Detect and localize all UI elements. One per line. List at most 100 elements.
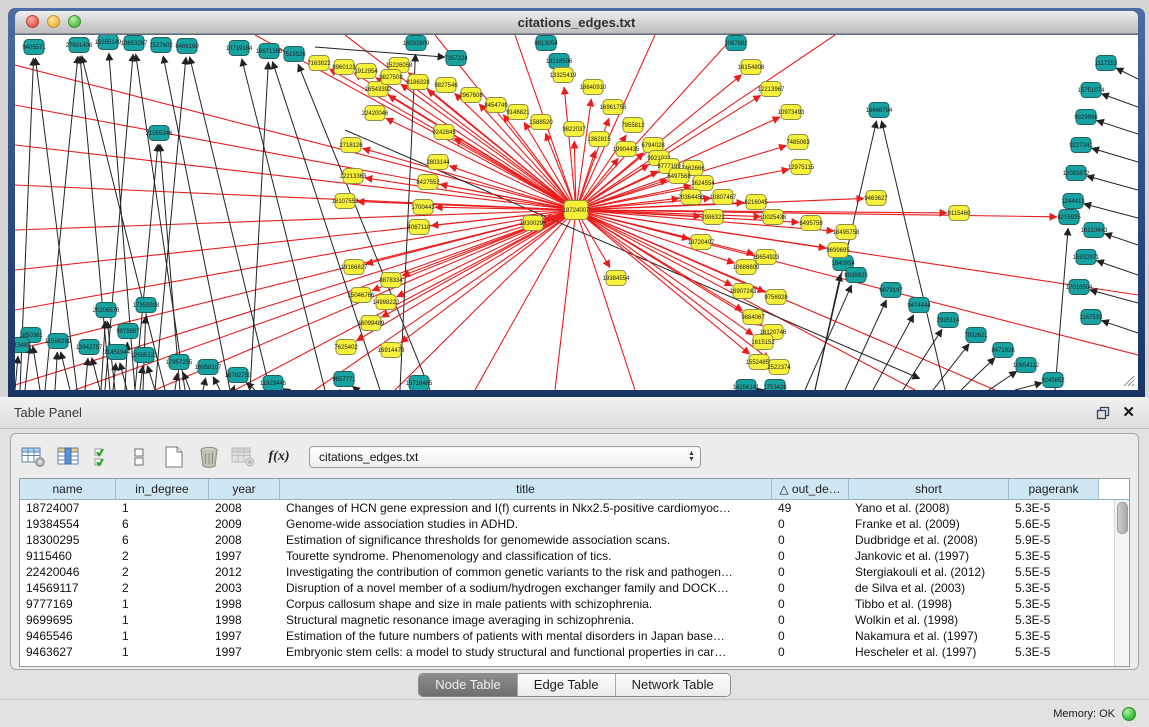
table-row[interactable]: 2242004622012Investigating the contribut…	[20, 564, 1129, 580]
graph-node[interactable]: 2718126	[339, 138, 363, 153]
graph-node[interactable]: 8471826	[991, 343, 1015, 358]
graph-node[interactable]: 16961758	[600, 100, 627, 115]
close-panel-icon[interactable]: ✕	[1122, 405, 1135, 420]
graph-node[interactable]: 6216045	[744, 195, 768, 210]
graph-node[interactable]: 19166827	[341, 260, 368, 275]
graph-node[interactable]: 1912954	[354, 64, 378, 79]
graph-node[interactable]: 3915489	[15, 338, 31, 353]
graph-node[interactable]: 1117253	[1095, 56, 1118, 71]
close-window-button[interactable]	[26, 15, 39, 28]
graph-node[interactable]: 2967608	[459, 88, 483, 103]
graph-node[interactable]: 8427552	[416, 175, 440, 190]
citation-network-graph[interactable]: 9405571276914061626514910653267152760264…	[15, 35, 1138, 390]
column-header-in_degree[interactable]: in_degree	[116, 479, 209, 499]
graph-node[interactable]: 12213363	[340, 169, 367, 184]
graph-node[interactable]: 13942757	[76, 340, 103, 355]
graph-node[interactable]: 10807467	[710, 190, 737, 205]
graph-node[interactable]: 15751074	[1078, 83, 1105, 98]
column-header-short[interactable]: short	[849, 479, 1009, 499]
table-row[interactable]: 977716911998Corpus callosum shape and si…	[20, 596, 1129, 612]
graph-node[interactable]: 19904435	[613, 142, 640, 157]
graph-node[interactable]: 1167533	[1080, 310, 1104, 325]
table-row[interactable]: 1456911722003Disruption of a novel membe…	[20, 580, 1129, 596]
tab-node-table[interactable]: Node Table	[419, 674, 518, 696]
network-canvas[interactable]: 9405571276914061626514910653267152760264…	[15, 34, 1138, 390]
graph-node[interactable]: 9227341	[1069, 138, 1093, 153]
column-header-name[interactable]: name	[20, 479, 116, 499]
graph-node[interactable]: 16154808	[738, 60, 765, 75]
graph-node[interactable]: 15716485	[406, 376, 433, 391]
graph-node[interactable]: 8454749	[484, 98, 508, 113]
graph-node[interactable]: 2935114	[937, 313, 961, 328]
graph-node[interactable]: 16099489	[358, 316, 385, 331]
column-header-title[interactable]: title	[280, 479, 772, 499]
scrollbar-thumb[interactable]	[1117, 502, 1128, 534]
graph-node[interactable]: 7357224	[444, 51, 468, 66]
graph-node[interactable]: 8878334	[379, 273, 403, 288]
graph-node[interactable]: 14156141	[733, 380, 760, 391]
graph-node[interactable]: 18107552	[332, 194, 359, 209]
graph-node[interactable]: 10025438	[760, 210, 787, 225]
graph-node[interactable]: 19654923	[753, 250, 780, 265]
graph-node[interactable]: 16782759	[225, 368, 252, 383]
graph-node[interactable]: 18724007	[563, 201, 590, 220]
graph-node[interactable]: 8186328	[406, 75, 430, 90]
graph-node[interactable]: 16648784	[866, 103, 893, 118]
graph-node[interactable]: 18495758	[833, 225, 860, 240]
graph-node[interactable]: 12975115	[788, 160, 815, 175]
graph-node[interactable]: 20206576	[93, 303, 120, 318]
zoom-window-button[interactable]	[68, 15, 81, 28]
graph-node[interactable]: 16033809	[403, 36, 430, 51]
graph-node[interactable]: 18907243	[730, 284, 757, 299]
select-rows-button[interactable]	[89, 442, 119, 472]
graph-node[interactable]: 9827508	[379, 70, 403, 85]
graph-node[interactable]: 16958107	[195, 360, 222, 375]
graph-node[interactable]: 2986322	[701, 210, 725, 225]
graph-node[interactable]: 1362815	[587, 132, 611, 147]
graph-node[interactable]: 17016504	[1066, 280, 1093, 295]
graph-node[interactable]: 9474444	[907, 298, 931, 313]
function-builder-button[interactable]: f(x)	[264, 442, 294, 472]
graph-node[interactable]: 19384554	[603, 271, 630, 286]
graph-node[interactable]: 17957255	[166, 355, 193, 370]
graph-node[interactable]: 2803144	[426, 155, 450, 170]
graph-node[interactable]: 9884067	[741, 310, 765, 325]
graph-node[interactable]: 10653267	[121, 36, 148, 51]
table-row[interactable]: 969969511998Structural magnetic resonanc…	[20, 612, 1129, 628]
graph-node[interactable]: 27691406	[66, 38, 93, 53]
graph-node[interactable]: 10719184	[226, 41, 253, 56]
graph-node[interactable]: 3624554	[691, 176, 715, 191]
graph-node[interactable]: 16265149	[95, 35, 122, 50]
graph-node[interactable]: 1588520	[529, 115, 553, 130]
graph-node[interactable]: 22420046	[362, 106, 389, 121]
graph-node[interactable]: 6879197	[879, 283, 903, 298]
import-table-button[interactable]	[229, 442, 259, 472]
float-panel-icon[interactable]	[1096, 406, 1110, 420]
graph-node[interactable]: 2087682	[724, 36, 748, 51]
graph-node[interactable]: 4067110	[408, 220, 432, 235]
create-column-button[interactable]	[159, 442, 189, 472]
graph-node[interactable]: 9329966	[1074, 110, 1098, 125]
table-row[interactable]: 1872400712008Changes of HCN gene express…	[20, 500, 1129, 516]
tab-network-table[interactable]: Network Table	[616, 674, 730, 696]
graph-node[interactable]: 10973493	[778, 105, 805, 120]
graph-node[interactable]: 1615152	[751, 335, 775, 350]
graph-node[interactable]: 12213967	[758, 82, 785, 97]
graph-node[interactable]: 9115460	[948, 206, 972, 221]
graph-node[interactable]: 15932971	[1073, 250, 1100, 265]
graph-node[interactable]: 9242845	[432, 125, 456, 140]
graph-node[interactable]: 1753426	[763, 380, 787, 391]
graph-node[interactable]: 12505123	[131, 348, 158, 363]
graph-node[interactable]: 15046766	[348, 288, 375, 303]
graph-node[interactable]: 18300295	[520, 216, 547, 231]
graph-node[interactable]: 20364456	[678, 190, 705, 205]
window-titlebar[interactable]: citations_edges.txt	[15, 11, 1138, 34]
graph-node[interactable]: 12093872	[1063, 166, 1090, 181]
graph-node[interactable]: 9857771	[332, 372, 356, 387]
graph-node[interactable]: 9975887	[116, 324, 140, 339]
graph-node[interactable]: 9405571	[22, 40, 46, 55]
tab-edge-table[interactable]: Edge Table	[518, 674, 616, 696]
graph-node[interactable]: 9463627	[864, 191, 888, 206]
graph-node[interactable]: 14998222	[373, 295, 400, 310]
graph-node[interactable]: 8495759	[799, 216, 823, 231]
